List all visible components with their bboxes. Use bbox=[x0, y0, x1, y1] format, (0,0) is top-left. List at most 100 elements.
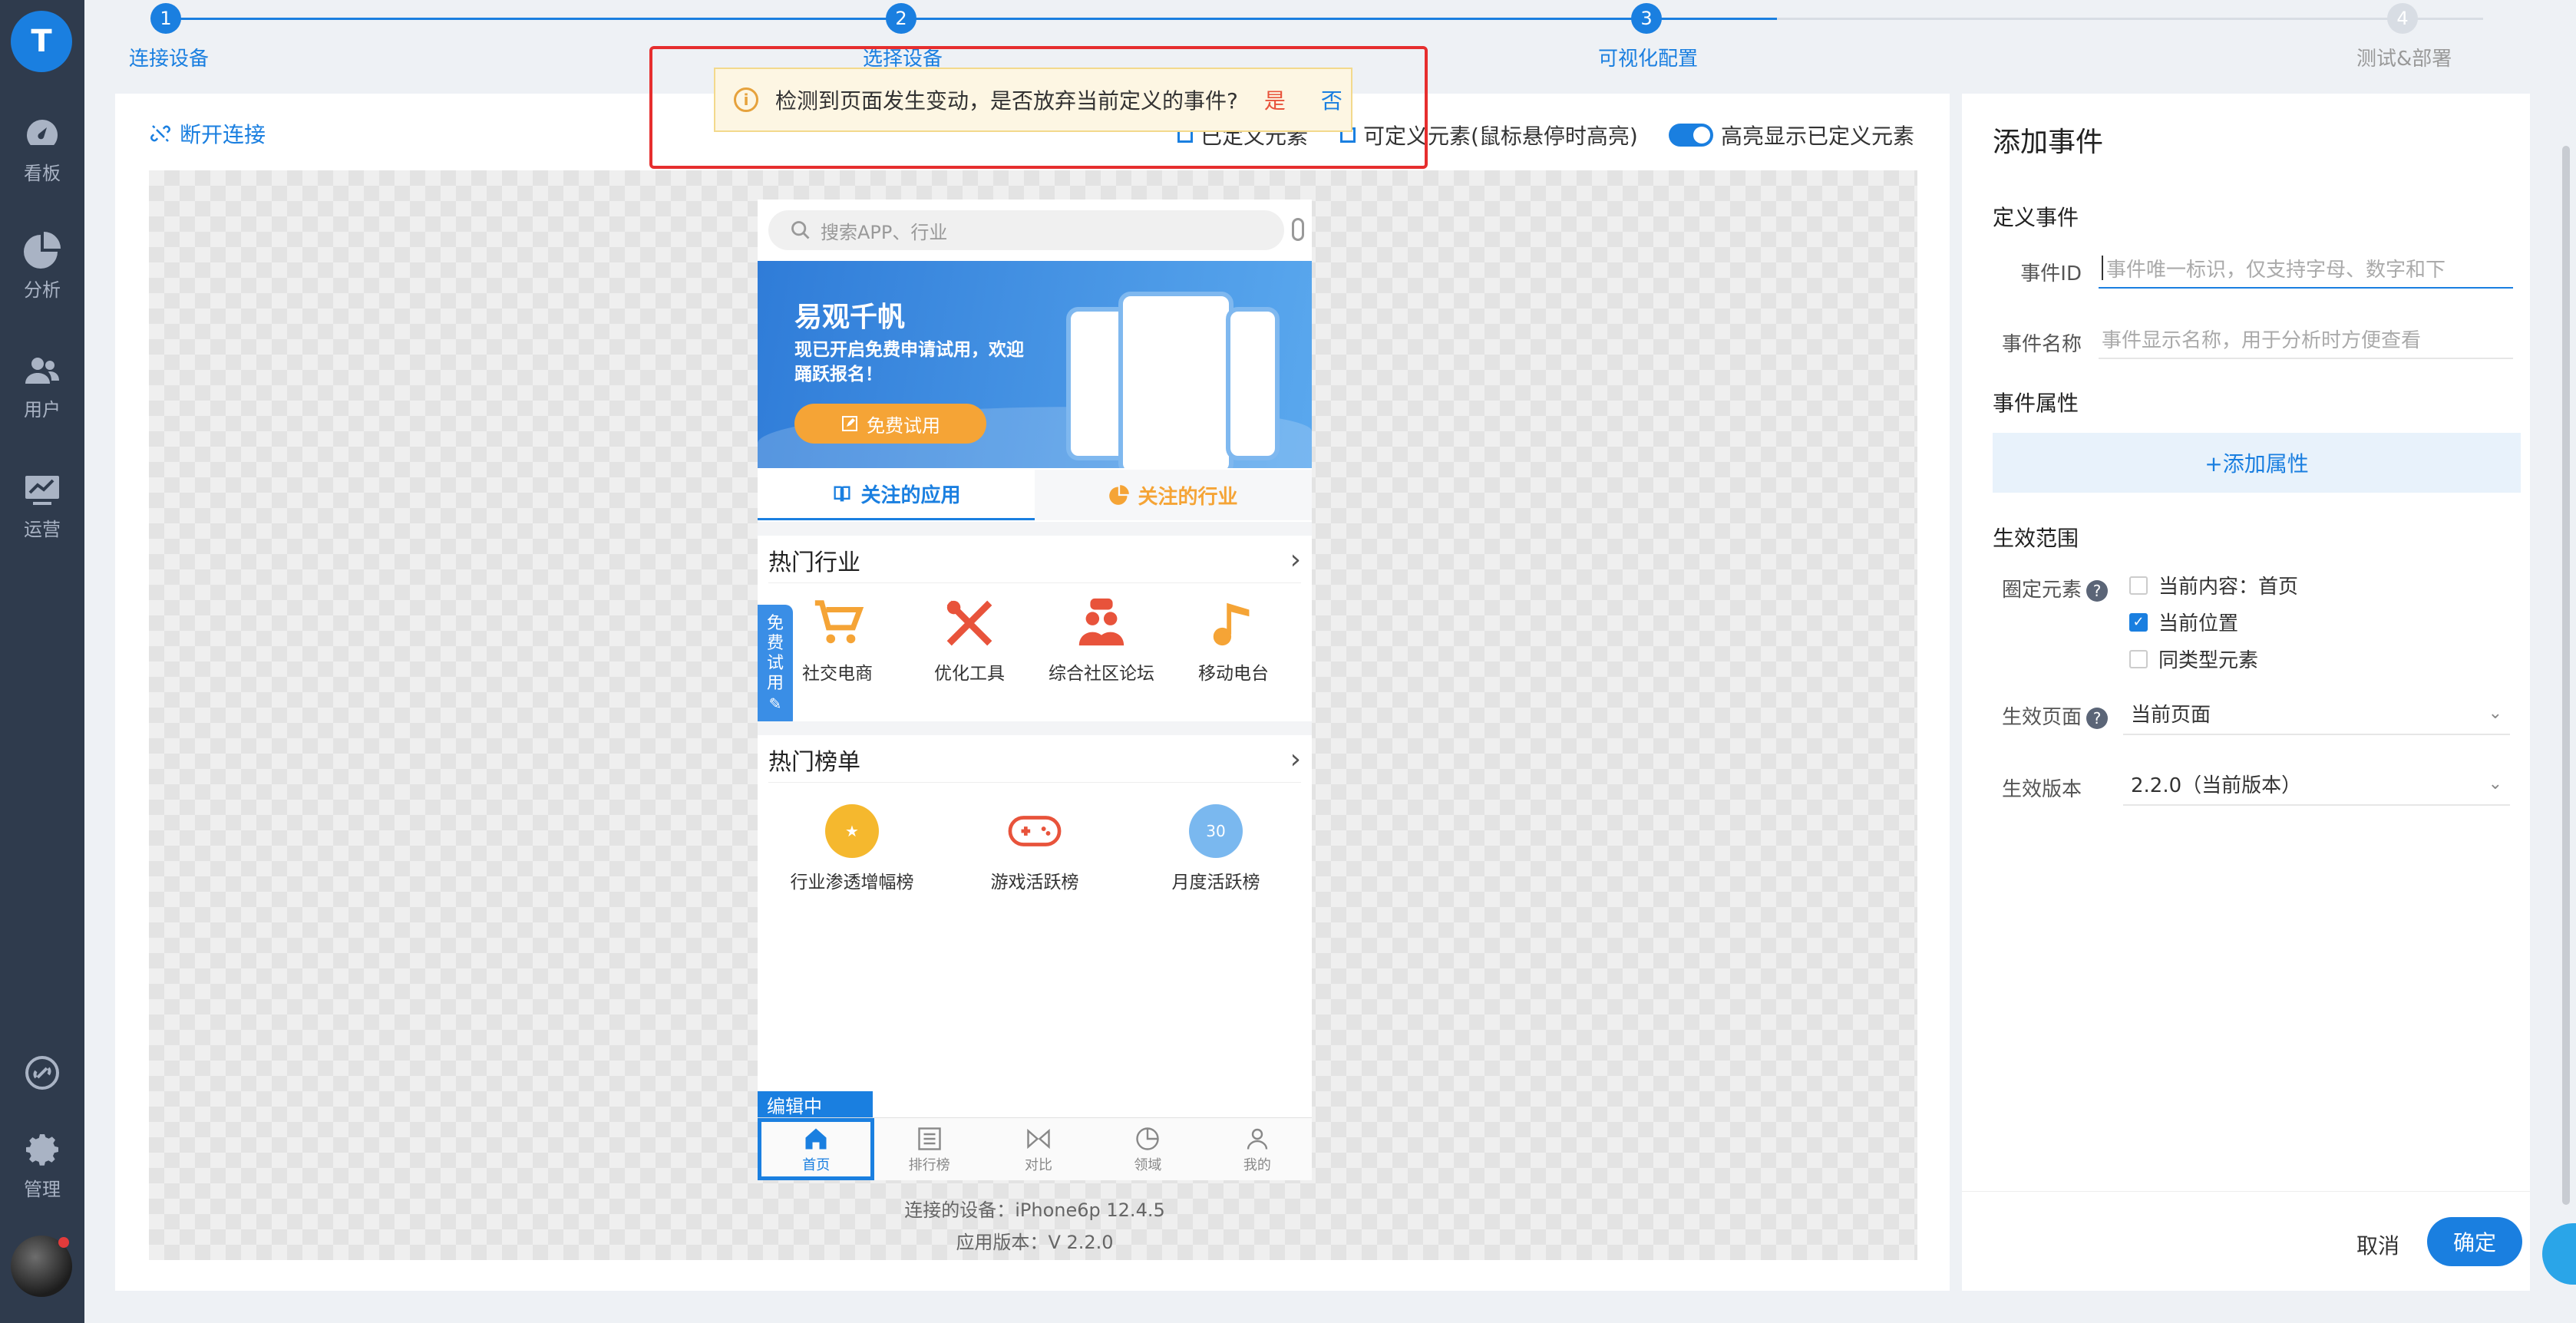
checkbox-current-position[interactable]: ✓ 当前位置 bbox=[2129, 608, 2238, 636]
chevron-down-icon: ⌄ bbox=[2488, 774, 2502, 793]
device-line: 连接的设备：iPhone6p 12.4.5 bbox=[758, 1194, 1312, 1226]
phone-mockup-right bbox=[1226, 307, 1280, 460]
follow-tabs: 关注的应用 关注的行业 bbox=[758, 470, 1312, 520]
sidebar-item-users[interactable]: 用户 bbox=[0, 351, 84, 444]
event-id-input[interactable]: 事件唯一标识，仅支持字母、数字和下 bbox=[2099, 249, 2513, 289]
confirm-button[interactable]: 确定 bbox=[2427, 1217, 2522, 1266]
step-2-dot: 2 bbox=[886, 3, 916, 34]
industry-item-label: 优化工具 bbox=[934, 664, 1005, 684]
sidebar-item-dashboard[interactable]: 看板 bbox=[0, 115, 84, 207]
step-4-label: 测试&部署 bbox=[2356, 48, 2452, 71]
tab-followed-apps[interactable]: 关注的应用 bbox=[758, 470, 1035, 520]
event-id-placeholder: 事件唯一标识，仅支持字母、数字和下 bbox=[2106, 258, 2446, 282]
bottom-nav-compare[interactable]: 对比 bbox=[984, 1118, 1093, 1180]
page-scrollbar[interactable] bbox=[2562, 146, 2570, 1205]
rank-item-game-active[interactable]: 游戏活跃榜 bbox=[946, 804, 1123, 893]
checkbox-current-content[interactable]: 当前内容：首页 bbox=[2129, 571, 2298, 599]
highlight-toggle-label: 高亮显示已定义元素 bbox=[1721, 124, 1915, 149]
hot-rank-header[interactable]: 热门榜单 › bbox=[768, 737, 1301, 783]
section-separator bbox=[758, 721, 1312, 735]
notification-dot bbox=[58, 1237, 69, 1248]
help-icon[interactable]: ? bbox=[2086, 579, 2108, 602]
disconnect-button[interactable]: 断开连接 bbox=[149, 118, 266, 149]
side-tag-char: 试 bbox=[766, 654, 784, 673]
help-icon[interactable]: ? bbox=[2086, 707, 2108, 729]
step-remaining-line bbox=[1777, 18, 2483, 20]
event-name-label: 事件名称 bbox=[2001, 333, 2082, 356]
chevron-down-icon: ⌄ bbox=[2488, 703, 2502, 723]
rank-item-industry-penetration[interactable]: ★ 行业渗透增幅榜 bbox=[764, 804, 940, 893]
panel-title: 添加事件 bbox=[1993, 127, 2104, 158]
phone-screen: 搜索APP、行业 易观千帆 现已开启免费申请试用，欢迎踊跃报名！ 免费试用 关注… bbox=[758, 200, 1312, 1180]
bottom-nav-mine[interactable]: 我的 bbox=[1203, 1118, 1312, 1180]
sidebar-item-admin[interactable]: 管理 bbox=[0, 1131, 84, 1223]
checkbox-box[interactable] bbox=[2129, 576, 2148, 595]
hot-industry-header[interactable]: 热门行业 › bbox=[768, 537, 1301, 583]
checkbox-box[interactable] bbox=[2129, 649, 2148, 668]
gamepad-icon bbox=[1008, 804, 1062, 858]
toast-no-button[interactable]: 否 bbox=[1321, 84, 1342, 115]
bottom-nav-label: 首页 bbox=[802, 1156, 831, 1173]
free-trial-button[interactable]: 免费试用 bbox=[794, 404, 986, 444]
gear-icon bbox=[26, 1134, 58, 1166]
bottom-nav-domain[interactable]: 领域 bbox=[1093, 1118, 1202, 1180]
effective-version-value: 2.2.0（当前版本） bbox=[2131, 774, 2302, 797]
effective-version-select[interactable]: 2.2.0（当前版本） ⌄ bbox=[2123, 763, 2510, 806]
industry-item-label: 社交电商 bbox=[802, 664, 873, 684]
bottom-nav-label: 排行榜 bbox=[908, 1156, 950, 1173]
pie-icon bbox=[1109, 485, 1130, 505]
sidebar-item-label: 管理 bbox=[24, 1179, 61, 1200]
pie-chart-icon bbox=[1136, 1127, 1160, 1150]
page-change-toast: i 检测到页面发生变动，是否放弃当前定义的事件? 是 否 bbox=[714, 68, 1352, 132]
floating-helper-button[interactable] bbox=[2542, 1223, 2576, 1285]
highlight-toggle[interactable] bbox=[1669, 124, 1713, 147]
tab-label: 关注的行业 bbox=[1138, 485, 1238, 509]
dashboard-icon bbox=[27, 120, 58, 145]
sidebar-item-label: 看板 bbox=[24, 163, 61, 184]
phone-bottom-nav: 首页 排行榜 对比 领域 我的 bbox=[758, 1117, 1312, 1180]
sidebar-item-analysis[interactable]: 分析 bbox=[0, 232, 84, 324]
checkbox-box-checked[interactable]: ✓ bbox=[2129, 612, 2148, 632]
industry-item-optimization-tools[interactable]: 优化工具 bbox=[903, 592, 1035, 685]
book-icon bbox=[834, 486, 850, 502]
bottom-nav-home[interactable]: 首页 bbox=[758, 1118, 875, 1180]
chevron-right-icon: › bbox=[1290, 544, 1301, 576]
chevron-right-icon: › bbox=[1290, 744, 1301, 775]
industry-item-mobile-radio[interactable]: 移动电台 bbox=[1167, 592, 1300, 685]
shopping-cart-icon bbox=[807, 592, 868, 654]
effective-page-select[interactable]: 当前页面 ⌄ bbox=[2123, 692, 2510, 735]
microphone-icon[interactable] bbox=[1292, 218, 1304, 241]
side-tag-char: 用 bbox=[766, 674, 784, 693]
free-trial-side-tag[interactable]: 免 费 试 用 ✎ bbox=[758, 605, 793, 727]
section-separator bbox=[758, 522, 1312, 536]
tab-followed-industries[interactable]: 关注的行业 bbox=[1035, 470, 1312, 520]
app-logo[interactable]: T bbox=[11, 11, 72, 72]
checkbox-same-type[interactable]: 同类型元素 bbox=[2129, 645, 2258, 673]
app-search-bar[interactable]: 搜索APP、行业 bbox=[768, 210, 1284, 250]
sidebar: T 看板 分析 用户 运营 管理 bbox=[0, 0, 84, 1323]
toast-yes-button[interactable]: 是 bbox=[1264, 84, 1286, 115]
event-name-input[interactable]: 事件显示名称，用于分析时方便查看 bbox=[2099, 319, 2513, 359]
device-value: iPhone6p 12.4.5 bbox=[1015, 1199, 1165, 1221]
circle-element-text: 圈定元素 bbox=[2001, 579, 2082, 602]
tools-icon bbox=[939, 592, 1000, 654]
search-icon bbox=[791, 221, 810, 239]
hot-rank-title: 热门榜单 bbox=[768, 748, 860, 776]
panel-footer-divider bbox=[1962, 1191, 2530, 1192]
industry-item-community-forum[interactable]: 综合社区论坛 bbox=[1035, 592, 1167, 685]
disconnect-label: 断开连接 bbox=[180, 122, 266, 147]
step-3-label: 可视化配置 bbox=[1598, 48, 1699, 71]
bottom-nav-ranking[interactable]: 排行榜 bbox=[874, 1118, 983, 1180]
sidebar-item-operations[interactable]: 运营 bbox=[0, 471, 84, 563]
rank-item-monthly-active[interactable]: 30 月度活跃榜 bbox=[1128, 804, 1304, 893]
sidebar-item-label: 用户 bbox=[24, 399, 61, 421]
cancel-button[interactable]: 取消 bbox=[2356, 1229, 2399, 1260]
link-icon bbox=[25, 1056, 59, 1090]
device-label: 连接的设备： bbox=[904, 1199, 1016, 1221]
add-attribute-button[interactable]: +添加属性 bbox=[1993, 433, 2521, 493]
rank-item-label: 游戏活跃榜 bbox=[990, 873, 1079, 892]
music-note-icon bbox=[1203, 592, 1264, 654]
promo-banner[interactable]: 易观千帆 现已开启免费申请试用，欢迎踊跃报名！ 免费试用 bbox=[758, 261, 1312, 468]
edit-icon: ✎ bbox=[768, 694, 782, 713]
effective-page-text: 生效页面 bbox=[2001, 706, 2082, 729]
